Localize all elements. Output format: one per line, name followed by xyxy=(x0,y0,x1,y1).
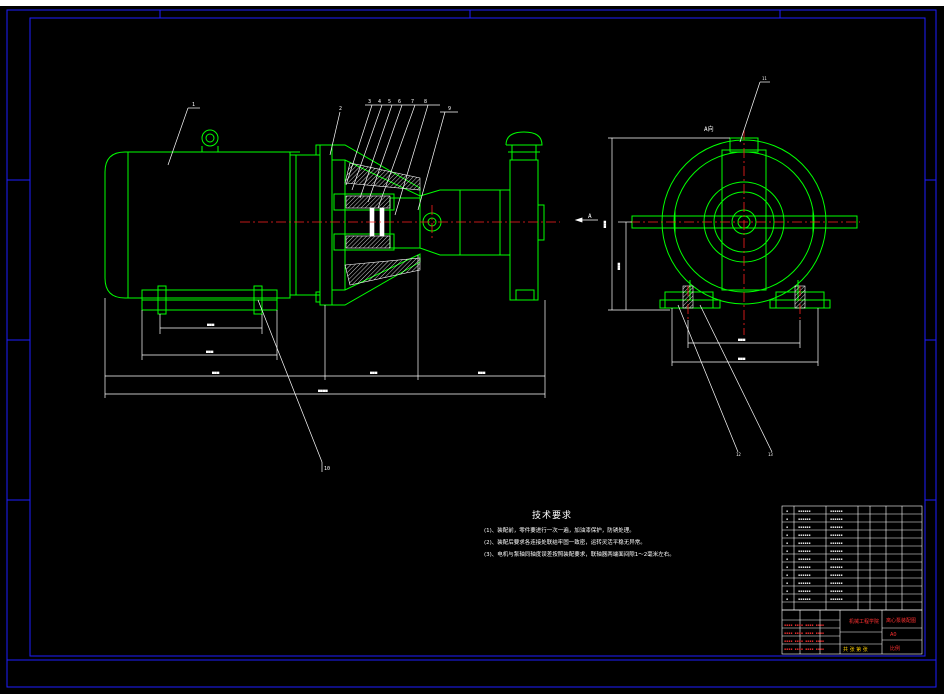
svg-text:▪▪▪▪▪▪: ▪▪▪▪▪▪ xyxy=(798,541,811,545)
svg-text:▪▪▪▪▪▪: ▪▪▪▪▪▪ xyxy=(798,509,811,513)
svg-text:▪▪▪▪▪▪: ▪▪▪▪▪▪ xyxy=(830,541,843,545)
svg-text:▪▪▪▪▪▪: ▪▪▪▪▪▪ xyxy=(830,549,843,553)
svg-text:▪: ▪ xyxy=(786,589,788,593)
svg-text:▪▪▪▪▪▪: ▪▪▪▪▪▪ xyxy=(830,525,843,529)
svg-text:▪: ▪ xyxy=(786,557,788,561)
svg-text:▪▪▪▪▪▪: ▪▪▪▪▪▪ xyxy=(798,549,811,553)
svg-text:▪: ▪ xyxy=(786,581,788,585)
svg-text:▪▪▪▪▪▪: ▪▪▪▪▪▪ xyxy=(830,517,843,521)
svg-text:▪▪▪▪▪▪: ▪▪▪▪▪▪ xyxy=(830,565,843,569)
title-block-title: 离心泵装配图 xyxy=(886,618,917,624)
svg-text:▪▪▪▪▪▪: ▪▪▪▪▪▪ xyxy=(798,589,811,593)
svg-text:▪▪▪▪▪▪: ▪▪▪▪▪▪ xyxy=(830,509,843,513)
svg-text:▪▪▪▪ ▪▪▪▪ ▪▪▪▪ ▪▪▪▪: ▪▪▪▪ ▪▪▪▪ ▪▪▪▪ ▪▪▪▪ xyxy=(784,631,824,635)
title-block-red-fields: ▪▪▪▪ ▪▪▪▪ ▪▪▪▪ ▪▪▪▪ ▪▪▪▪ ▪▪▪▪ ▪▪▪▪ ▪▪▪▪ … xyxy=(784,623,824,651)
parts-list-text: ▪ ▪▪▪▪▪▪ ▪▪▪▪▪▪ ▪ ▪▪▪▪▪▪ ▪▪▪▪▪▪ ▪ ▪▪▪▪▪▪ ▪▪▪▪▪… xyxy=(786,509,843,601)
svg-text:▪▪▪▪ ▪▪▪▪ ▪▪▪▪ ▪▪▪▪: ▪▪▪▪ ▪▪▪▪ ▪▪▪▪ ▪▪▪▪ xyxy=(784,647,824,651)
svg-text:▪: ▪ xyxy=(786,517,788,521)
svg-text:▪▪▪▪▪▪: ▪▪▪▪▪▪ xyxy=(830,533,843,537)
title-block-sheet: 共 张 第 张 xyxy=(843,647,868,653)
title-block-school: 机械工程学院 xyxy=(849,619,880,625)
svg-text:▪: ▪ xyxy=(786,565,788,569)
title-block: ▪ ▪▪▪▪▪▪ ▪▪▪▪▪▪ ▪ ▪▪▪▪▪▪ ▪▪▪▪▪▪ ▪ ▪▪▪▪▪▪ ▪▪▪▪▪… xyxy=(781,505,923,655)
svg-text:▪▪▪▪▪▪: ▪▪▪▪▪▪ xyxy=(798,557,811,561)
svg-text:▪▪▪▪▪▪: ▪▪▪▪▪▪ xyxy=(830,597,843,601)
svg-text:▪▪▪▪▪▪: ▪▪▪▪▪▪ xyxy=(830,581,843,585)
svg-text:▪▪▪▪▪▪: ▪▪▪▪▪▪ xyxy=(798,525,811,529)
svg-text:▪: ▪ xyxy=(786,541,788,545)
svg-text:▪▪▪▪▪▪: ▪▪▪▪▪▪ xyxy=(798,565,811,569)
svg-text:▪: ▪ xyxy=(786,533,788,537)
svg-text:▪: ▪ xyxy=(786,597,788,601)
svg-text:▪▪▪▪▪▪: ▪▪▪▪▪▪ xyxy=(830,589,843,593)
svg-text:▪▪▪▪▪▪: ▪▪▪▪▪▪ xyxy=(798,597,811,601)
title-block-scale: 比例 xyxy=(890,646,901,652)
svg-text:▪▪▪▪▪▪: ▪▪▪▪▪▪ xyxy=(798,533,811,537)
svg-text:▪▪▪▪▪▪: ▪▪▪▪▪▪ xyxy=(830,573,843,577)
svg-text:▪: ▪ xyxy=(786,509,788,513)
svg-text:▪: ▪ xyxy=(786,525,788,529)
svg-text:▪▪▪▪ ▪▪▪▪ ▪▪▪▪ ▪▪▪▪: ▪▪▪▪ ▪▪▪▪ ▪▪▪▪ ▪▪▪▪ xyxy=(784,623,824,627)
svg-text:▪▪▪▪▪▪: ▪▪▪▪▪▪ xyxy=(830,557,843,561)
svg-text:▪: ▪ xyxy=(786,549,788,553)
title-block-code: A0 xyxy=(890,632,897,638)
svg-text:▪▪▪▪ ▪▪▪▪ ▪▪▪▪ ▪▪▪▪: ▪▪▪▪ ▪▪▪▪ ▪▪▪▪ ▪▪▪▪ xyxy=(784,639,824,643)
svg-text:▪▪▪▪▪▪: ▪▪▪▪▪▪ xyxy=(798,573,811,577)
svg-text:▪: ▪ xyxy=(786,573,788,577)
svg-text:▪▪▪▪▪▪: ▪▪▪▪▪▪ xyxy=(798,517,811,521)
svg-text:▪▪▪▪▪▪: ▪▪▪▪▪▪ xyxy=(798,581,811,585)
